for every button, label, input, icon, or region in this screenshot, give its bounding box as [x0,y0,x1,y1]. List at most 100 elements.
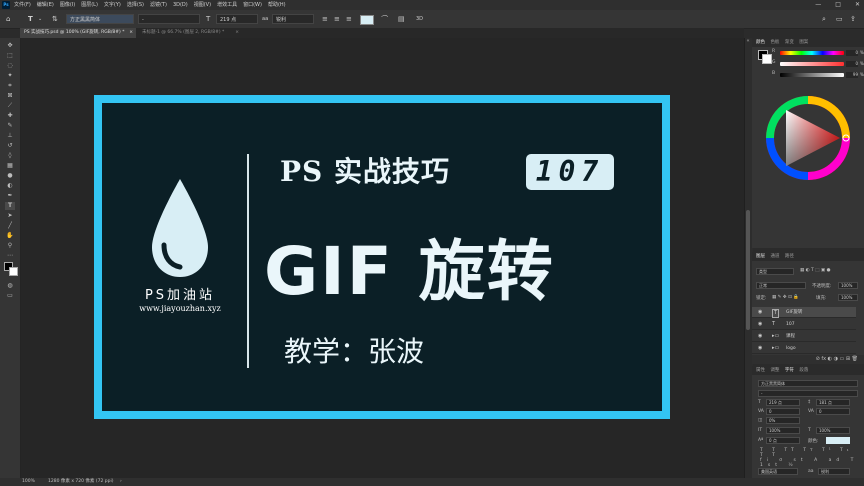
antialias-select[interactable]: 锐利 [272,14,314,24]
type-tool-preset-icon[interactable]: T [28,14,33,24]
path-selection-icon[interactable]: ➤ [5,212,15,220]
gradient-tool-icon[interactable]: ▦ [5,162,15,170]
move-tool-icon[interactable]: ✥ [5,42,15,50]
layer-filter-select[interactable]: 类型 [756,268,794,275]
menu-filter[interactable]: 滤镜(T) [150,0,167,10]
opacity-field[interactable]: 100% [838,282,858,289]
fill-field[interactable]: 100% [838,294,858,301]
menu-select[interactable]: 选择(S) [127,0,144,10]
layer-row[interactable]: ◉ ▸▭ logo [752,343,856,354]
close-icon[interactable]: × [235,28,239,38]
close-icon[interactable]: × [129,28,133,38]
blend-mode-select[interactable]: 正常 [756,282,806,289]
search-icon[interactable]: ⌕ [822,14,826,24]
pen-tool-icon[interactable]: ✒ [5,192,15,200]
char-font-family[interactable]: 方正黑黑简体 [758,380,858,387]
saturation-slider[interactable] [780,62,844,66]
chevron-down-icon[interactable]: ⌄ [38,14,42,24]
font-style-select[interactable]: - [138,14,200,24]
photoshop-logo-icon[interactable]: Ps [2,1,10,9]
menu-help[interactable]: 帮助(H) [268,0,286,10]
collapse-panels-icon[interactable]: « [744,38,752,48]
text-color-swatch[interactable] [360,15,374,25]
tab-properties[interactable]: 属性 [756,368,765,373]
warp-text-icon[interactable]: ⌒ [380,14,387,24]
char-baseline-field[interactable]: 0 点 [766,437,800,444]
brush-tool-icon[interactable]: ✎ [5,122,15,130]
char-antialias-select[interactable]: 锐利 [818,468,850,475]
zoom-tool-icon[interactable]: ⚲ [5,242,15,250]
menu-window[interactable]: 窗口(W) [243,0,262,10]
opentype-buttons-icon[interactable]: fi σ st A ad T 1st ½ [760,458,864,468]
layer-row[interactable]: ◉ T GIF旋转 [752,307,856,318]
hue-slider[interactable] [780,51,844,55]
menu-layer[interactable]: 图层(L) [81,0,98,10]
background-color-swatch[interactable] [9,267,18,276]
tab-ps-skill[interactable]: PS 实战技巧.psd @ 100% (GIF旋转, RGB/8#) * × [20,28,136,38]
menu-edit[interactable]: 编辑(E) [37,0,54,10]
menu-type[interactable]: 文字(Y) [104,0,121,10]
clone-stamp-icon[interactable]: ⊥ [5,132,15,140]
frame-tool-icon[interactable]: ⊠ [5,92,15,100]
tab-swatches[interactable]: 色板 [770,40,779,45]
magic-wand-icon[interactable]: ✦ [5,72,15,80]
3d-icon[interactable]: 3D [416,14,423,24]
zoom-level[interactable]: 100% [22,478,35,486]
quick-mask-icon[interactable]: ◍ [5,282,15,290]
healing-brush-icon[interactable]: ✚ [5,112,15,120]
menu-view[interactable]: 视图(V) [194,0,211,10]
layers-footer-icons[interactable]: ⊘ fx ◐ ◑ ▭ ⊞ 🗑 [752,355,864,364]
layer-row[interactable]: ◉ T 107 [752,319,856,330]
more-tools-icon[interactable]: ⋯ [5,252,15,260]
scrollbar-thumb[interactable] [746,210,750,330]
char-language-select[interactable]: 美国英语 [758,468,798,475]
eye-icon[interactable]: ◉ [758,331,762,342]
char-kerning-field[interactable]: 0 [766,408,800,415]
orientation-toggle-icon[interactable]: ⇅ [52,14,58,24]
dodge-tool-icon[interactable]: ◐ [5,182,15,190]
minimize-button[interactable]: — [815,0,821,10]
eye-icon[interactable]: ◉ [758,307,762,318]
tab-untitled[interactable]: 未标题-1 @ 66.7% (图层 2, RGB/8#) * × [138,28,242,38]
char-leading-field[interactable]: 181 点 [816,399,850,406]
eye-icon[interactable]: ◉ [758,343,762,354]
home-icon[interactable]: ⌂ [6,14,10,24]
font-size-select[interactable]: 219 点 [216,14,258,24]
tab-character[interactable]: 字符 [785,368,794,373]
tab-gradients[interactable]: 渐变 [785,40,794,45]
char-color-swatch[interactable] [826,437,850,444]
panel-background-swatch[interactable] [762,54,772,64]
slider-r-value[interactable]: 0 [846,50,858,56]
history-brush-icon[interactable]: ↺ [5,142,15,150]
tab-patterns[interactable]: 图案 [799,40,808,45]
tab-color[interactable]: 颜色 [756,40,765,45]
hand-tool-icon[interactable]: ✋ [5,232,15,240]
menu-3d[interactable]: 3D(D) [173,0,188,10]
char-font-style[interactable]: - [758,390,858,397]
screen-mode-icon[interactable]: ▭ [5,292,15,300]
workspace-icon[interactable]: ▭ [836,14,843,24]
char-vscale-field[interactable]: 100% [766,427,800,434]
layer-row[interactable]: ◉ ▸▭ 课程 [752,331,856,342]
lock-icons[interactable]: ▦ ✎ ✥ ⊡ 🔒 [772,295,799,300]
menu-plugins[interactable]: 增效工具 [217,0,237,10]
marquee-tool-icon[interactable]: ⬚ [5,52,15,60]
close-window-button[interactable]: ✕ [855,0,860,10]
tab-adjustments[interactable]: 调整 [770,368,779,373]
eyedropper-icon[interactable]: ⟋ [5,102,15,110]
align-left-icon[interactable]: ≡ [322,14,328,24]
maximize-button[interactable]: □ [835,0,841,10]
align-right-icon[interactable]: ≡ [346,14,352,24]
line-tool-icon[interactable]: ╱ [5,222,15,230]
status-chevron-icon[interactable]: › [120,478,122,486]
slider-b-value[interactable]: 99 [846,72,858,78]
tab-paths[interactable]: 路径 [785,254,794,259]
slider-g-value[interactable]: 0 [846,61,858,67]
crop-tool-icon[interactable]: ⌗ [5,82,15,90]
character-panel-icon[interactable]: ▤ [398,14,405,24]
char-hscale-field[interactable]: 100% [816,427,850,434]
type-tool-icon[interactable]: T [5,202,15,210]
align-center-icon[interactable]: ≡ [334,14,340,24]
text-style-buttons-icon[interactable]: T T TT Tт T¹ T₁ T T [760,448,864,458]
char-percent-field[interactable]: 0% [766,417,800,424]
